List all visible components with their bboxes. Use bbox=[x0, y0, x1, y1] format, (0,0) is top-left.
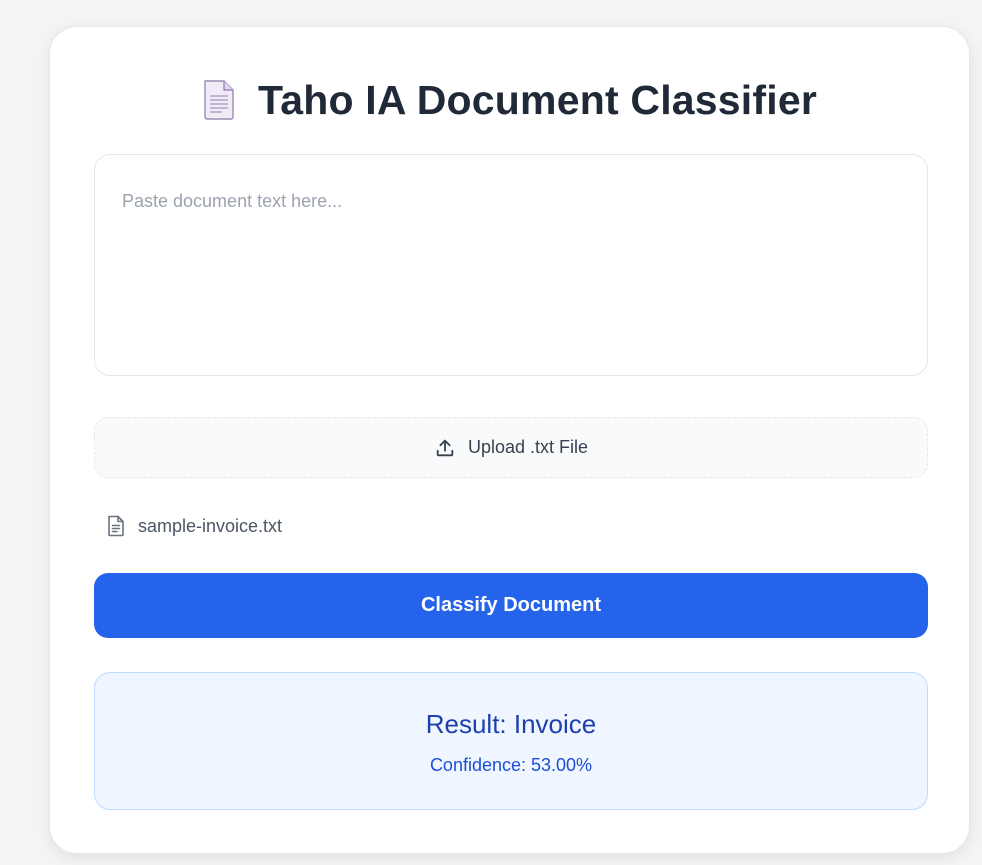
page-header: Taho IA Document Classifier bbox=[50, 75, 969, 125]
classify-document-button[interactable]: Classify Document bbox=[94, 573, 928, 638]
selected-file: sample-invoice.txt bbox=[106, 513, 282, 539]
selected-file-name: sample-invoice.txt bbox=[138, 515, 283, 536]
upload-file-button[interactable]: Upload .txt File bbox=[94, 417, 928, 478]
upload-icon bbox=[436, 439, 454, 456]
result-confidence: Confidence: 53.00% bbox=[429, 755, 593, 775]
page-title: Taho IA Document Classifier bbox=[258, 76, 817, 123]
result-panel: Result: Invoice Confidence: 53.00% bbox=[94, 672, 928, 810]
file-text-icon bbox=[108, 515, 124, 537]
classifier-card: Taho IA Document Classifier Upload .txt … bbox=[49, 26, 970, 854]
result-title: Result: Invoice bbox=[425, 709, 597, 739]
upload-label: Upload .txt File bbox=[467, 437, 589, 457]
document-icon bbox=[204, 80, 234, 120]
document-text-input[interactable] bbox=[94, 154, 928, 376]
